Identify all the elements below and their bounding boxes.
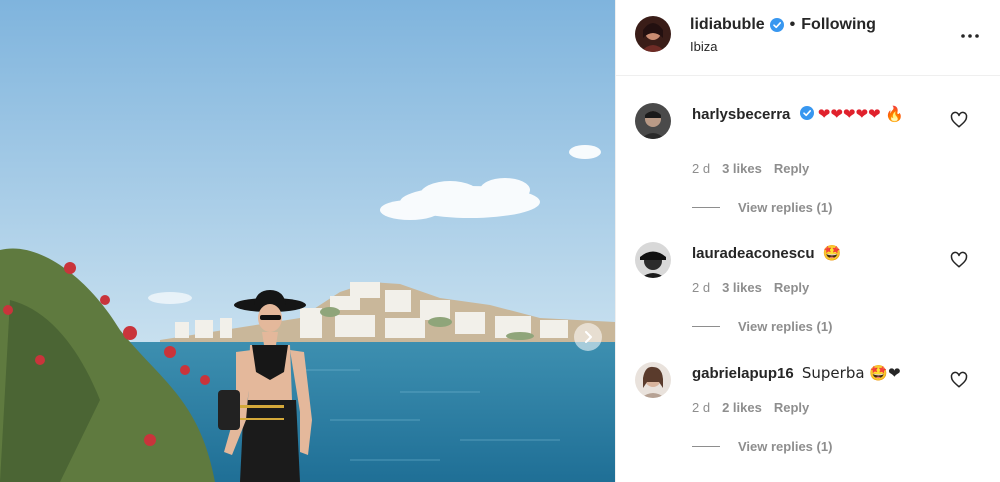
commenter-avatar[interactable]	[635, 242, 671, 278]
instagram-post-view: lidiabuble • Following Ibiza harlysbecer…	[0, 0, 1000, 482]
comment-meta: 2 d 2 likes Reply	[692, 400, 809, 415]
header-separator: •	[789, 16, 796, 33]
comment-meta: 2 d 3 likes Reply	[692, 280, 809, 295]
author-line: lidiabuble • Following	[690, 16, 876, 34]
reply-button[interactable]: Reply	[774, 161, 809, 176]
comment-likes[interactable]: 2 likes	[722, 400, 762, 415]
commenter-avatar[interactable]	[635, 103, 671, 139]
comment-username[interactable]: lauradeaconescu	[692, 245, 815, 262]
replies-divider-line	[692, 446, 720, 447]
post-photo[interactable]	[0, 0, 615, 482]
view-replies-button[interactable]: View replies (1)	[692, 439, 832, 454]
post-header: lidiabuble • Following Ibiza	[616, 0, 1000, 76]
replies-divider-line	[692, 207, 720, 208]
view-replies-label: View replies (1)	[738, 200, 833, 215]
author-username[interactable]: lidiabuble	[690, 16, 765, 34]
comment-meta: 2 d 3 likes Reply	[692, 161, 809, 176]
author-avatar[interactable]	[635, 16, 671, 52]
comment-age[interactable]: 2 d	[692, 280, 710, 295]
following-button[interactable]: Following	[801, 16, 876, 34]
next-photo-button[interactable]	[574, 323, 602, 351]
comment-text: 🤩	[822, 244, 842, 262]
heart-outline-icon[interactable]	[950, 371, 968, 389]
comment-text: Superba 🤩❤	[801, 364, 901, 382]
comment-body: lauradeaconescu 🤩	[692, 243, 942, 264]
view-replies-button[interactable]: View replies (1)	[692, 319, 832, 334]
commenter-avatar[interactable]	[635, 362, 671, 398]
comment-age[interactable]: 2 d	[692, 161, 710, 176]
replies-divider-line	[692, 326, 720, 327]
commenter-avatar-image	[635, 103, 671, 139]
heart-outline-icon[interactable]	[950, 251, 968, 269]
comment-username[interactable]: gabrielapup16	[692, 365, 794, 382]
chevron-right-icon	[585, 331, 592, 343]
reply-button[interactable]: Reply	[774, 280, 809, 295]
ibiza-photo-illustration	[0, 0, 615, 482]
view-replies-label: View replies (1)	[738, 439, 833, 454]
comment-age[interactable]: 2 d	[692, 400, 710, 415]
comment-username[interactable]: harlysbecerra	[692, 106, 790, 123]
more-options-icon	[961, 34, 979, 38]
reply-button[interactable]: Reply	[774, 400, 809, 415]
comment-likes[interactable]: 3 likes	[722, 280, 762, 295]
commenter-avatar-image	[635, 242, 671, 278]
heart-outline-icon[interactable]	[950, 111, 968, 129]
verified-badge-icon	[799, 106, 814, 120]
comment-likes[interactable]: 3 likes	[722, 161, 762, 176]
view-replies-button[interactable]: View replies (1)	[692, 200, 832, 215]
author-avatar-image	[635, 16, 671, 52]
view-replies-label: View replies (1)	[738, 319, 833, 334]
post-side-panel: lidiabuble • Following Ibiza harlysbecer…	[615, 0, 1000, 482]
post-location[interactable]: Ibiza	[690, 39, 717, 54]
comment-body: harlysbecerra ❤❤❤❤❤ 🔥	[692, 104, 942, 125]
comment-text: ❤❤❤❤❤ 🔥	[817, 105, 905, 123]
commenter-avatar-image	[635, 362, 671, 398]
verified-badge-icon	[769, 18, 784, 32]
comment-body: gabrielapup16 Superba 🤩❤	[692, 363, 942, 384]
more-options-button[interactable]	[960, 27, 980, 45]
